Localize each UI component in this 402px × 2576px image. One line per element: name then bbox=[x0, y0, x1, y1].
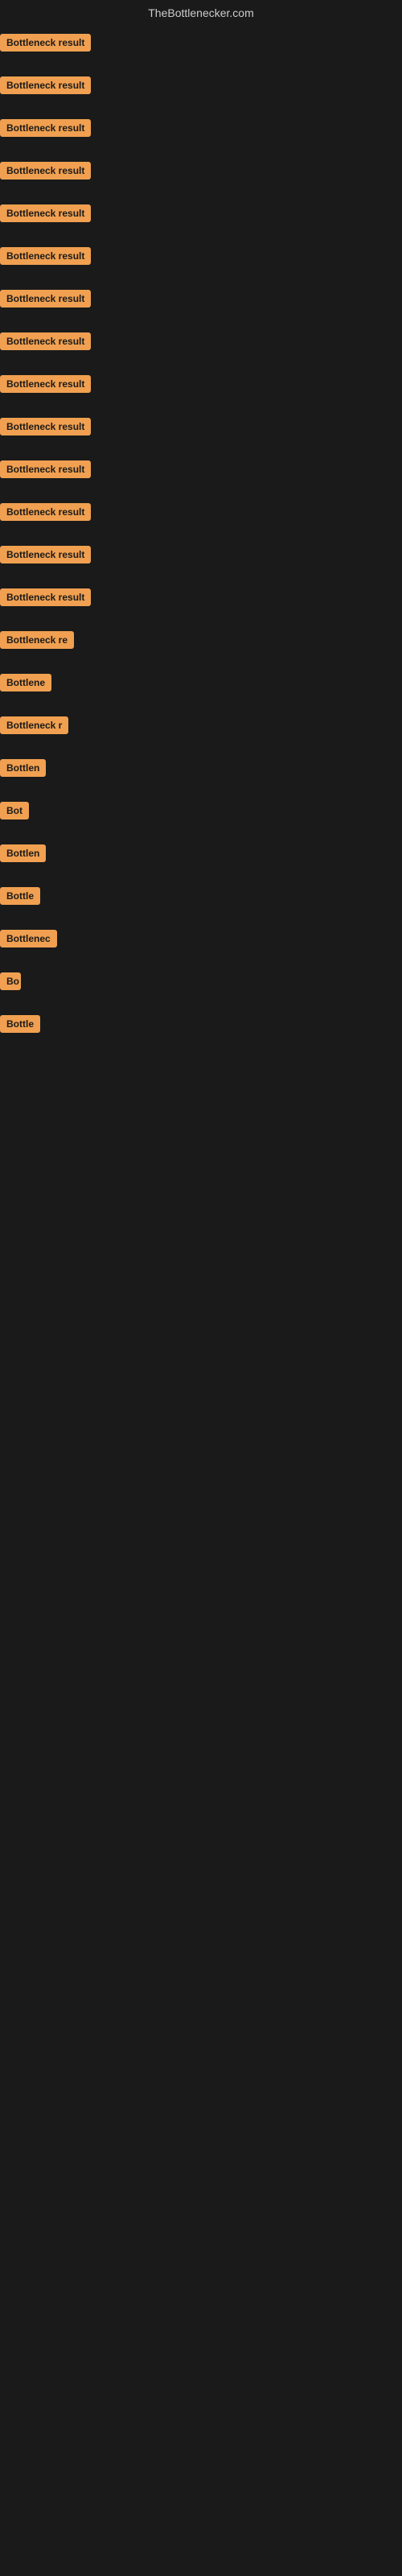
bottleneck-badge[interactable]: Bottle bbox=[0, 1015, 40, 1033]
bottleneck-badge[interactable]: Bottleneck result bbox=[0, 418, 91, 436]
list-item: Bo bbox=[0, 968, 402, 1010]
bottleneck-badge[interactable]: Bottleneck result bbox=[0, 119, 91, 137]
list-item: Bottleneck result bbox=[0, 498, 402, 541]
bottleneck-badge[interactable]: Bottleneck result bbox=[0, 588, 91, 606]
list-item: Bottleneck result bbox=[0, 541, 402, 584]
list-item: Bottlenec bbox=[0, 925, 402, 968]
list-item: Bottlene bbox=[0, 669, 402, 712]
list-item: Bottleneck result bbox=[0, 413, 402, 456]
bottleneck-badge[interactable]: Bottlen bbox=[0, 844, 46, 862]
bottleneck-badge[interactable]: Bo bbox=[0, 972, 21, 990]
bottleneck-badge[interactable]: Bottleneck result bbox=[0, 375, 91, 393]
bottleneck-badge[interactable]: Bottlene bbox=[0, 674, 51, 691]
list-item: Bottleneck result bbox=[0, 242, 402, 285]
items-list: Bottleneck result Bottleneck result Bottle… bbox=[0, 29, 402, 1053]
list-item: Bottleneck r bbox=[0, 712, 402, 754]
bottleneck-badge[interactable]: Bottleneck result bbox=[0, 546, 91, 564]
bottleneck-badge[interactable]: Bottleneck result bbox=[0, 290, 91, 308]
list-item: Bottlen bbox=[0, 840, 402, 882]
bottleneck-badge[interactable]: Bottleneck result bbox=[0, 204, 91, 222]
bottleneck-badge[interactable]: Bottleneck result bbox=[0, 332, 91, 350]
list-item: Bottle bbox=[0, 882, 402, 925]
bottleneck-badge[interactable]: Bottleneck result bbox=[0, 76, 91, 94]
list-item: Bottleneck result bbox=[0, 157, 402, 200]
bottleneck-badge[interactable]: Bottleneck result bbox=[0, 162, 91, 180]
list-item: Bottleneck result bbox=[0, 584, 402, 626]
bottleneck-badge[interactable]: Bottleneck result bbox=[0, 34, 91, 52]
page-wrapper: TheBottlenecker.com Bottleneck resultBot… bbox=[0, 0, 402, 1053]
list-item: Bottle bbox=[0, 1010, 402, 1053]
list-item: Bottleneck result bbox=[0, 72, 402, 114]
bottleneck-badge[interactable]: Bottleneck result bbox=[0, 503, 91, 521]
bottleneck-badge[interactable]: Bottleneck r bbox=[0, 716, 68, 734]
list-item: Bottleneck result bbox=[0, 285, 402, 328]
bottleneck-badge[interactable]: Bottlenec bbox=[0, 930, 57, 947]
bottleneck-badge[interactable]: Bottlen bbox=[0, 759, 46, 777]
list-item: Bottlen bbox=[0, 754, 402, 797]
list-item: Bottleneck result bbox=[0, 456, 402, 498]
list-item: Bottleneck result bbox=[0, 370, 402, 413]
list-item: Bottleneck re bbox=[0, 626, 402, 669]
list-item: Bottleneck result bbox=[0, 29, 402, 72]
site-title: TheBottlenecker.com bbox=[0, 0, 402, 29]
bottleneck-badge[interactable]: Bottleneck result bbox=[0, 247, 91, 265]
list-item: Bottleneck result bbox=[0, 200, 402, 242]
bottleneck-badge[interactable]: Bottleneck result bbox=[0, 460, 91, 478]
bottleneck-badge[interactable]: Bot bbox=[0, 802, 29, 819]
list-item: Bot bbox=[0, 797, 402, 840]
list-item: Bottleneck result bbox=[0, 328, 402, 370]
list-item: Bottleneck result bbox=[0, 114, 402, 157]
bottleneck-badge[interactable]: Bottleneck re bbox=[0, 631, 74, 649]
bottleneck-badge[interactable]: Bottle bbox=[0, 887, 40, 905]
